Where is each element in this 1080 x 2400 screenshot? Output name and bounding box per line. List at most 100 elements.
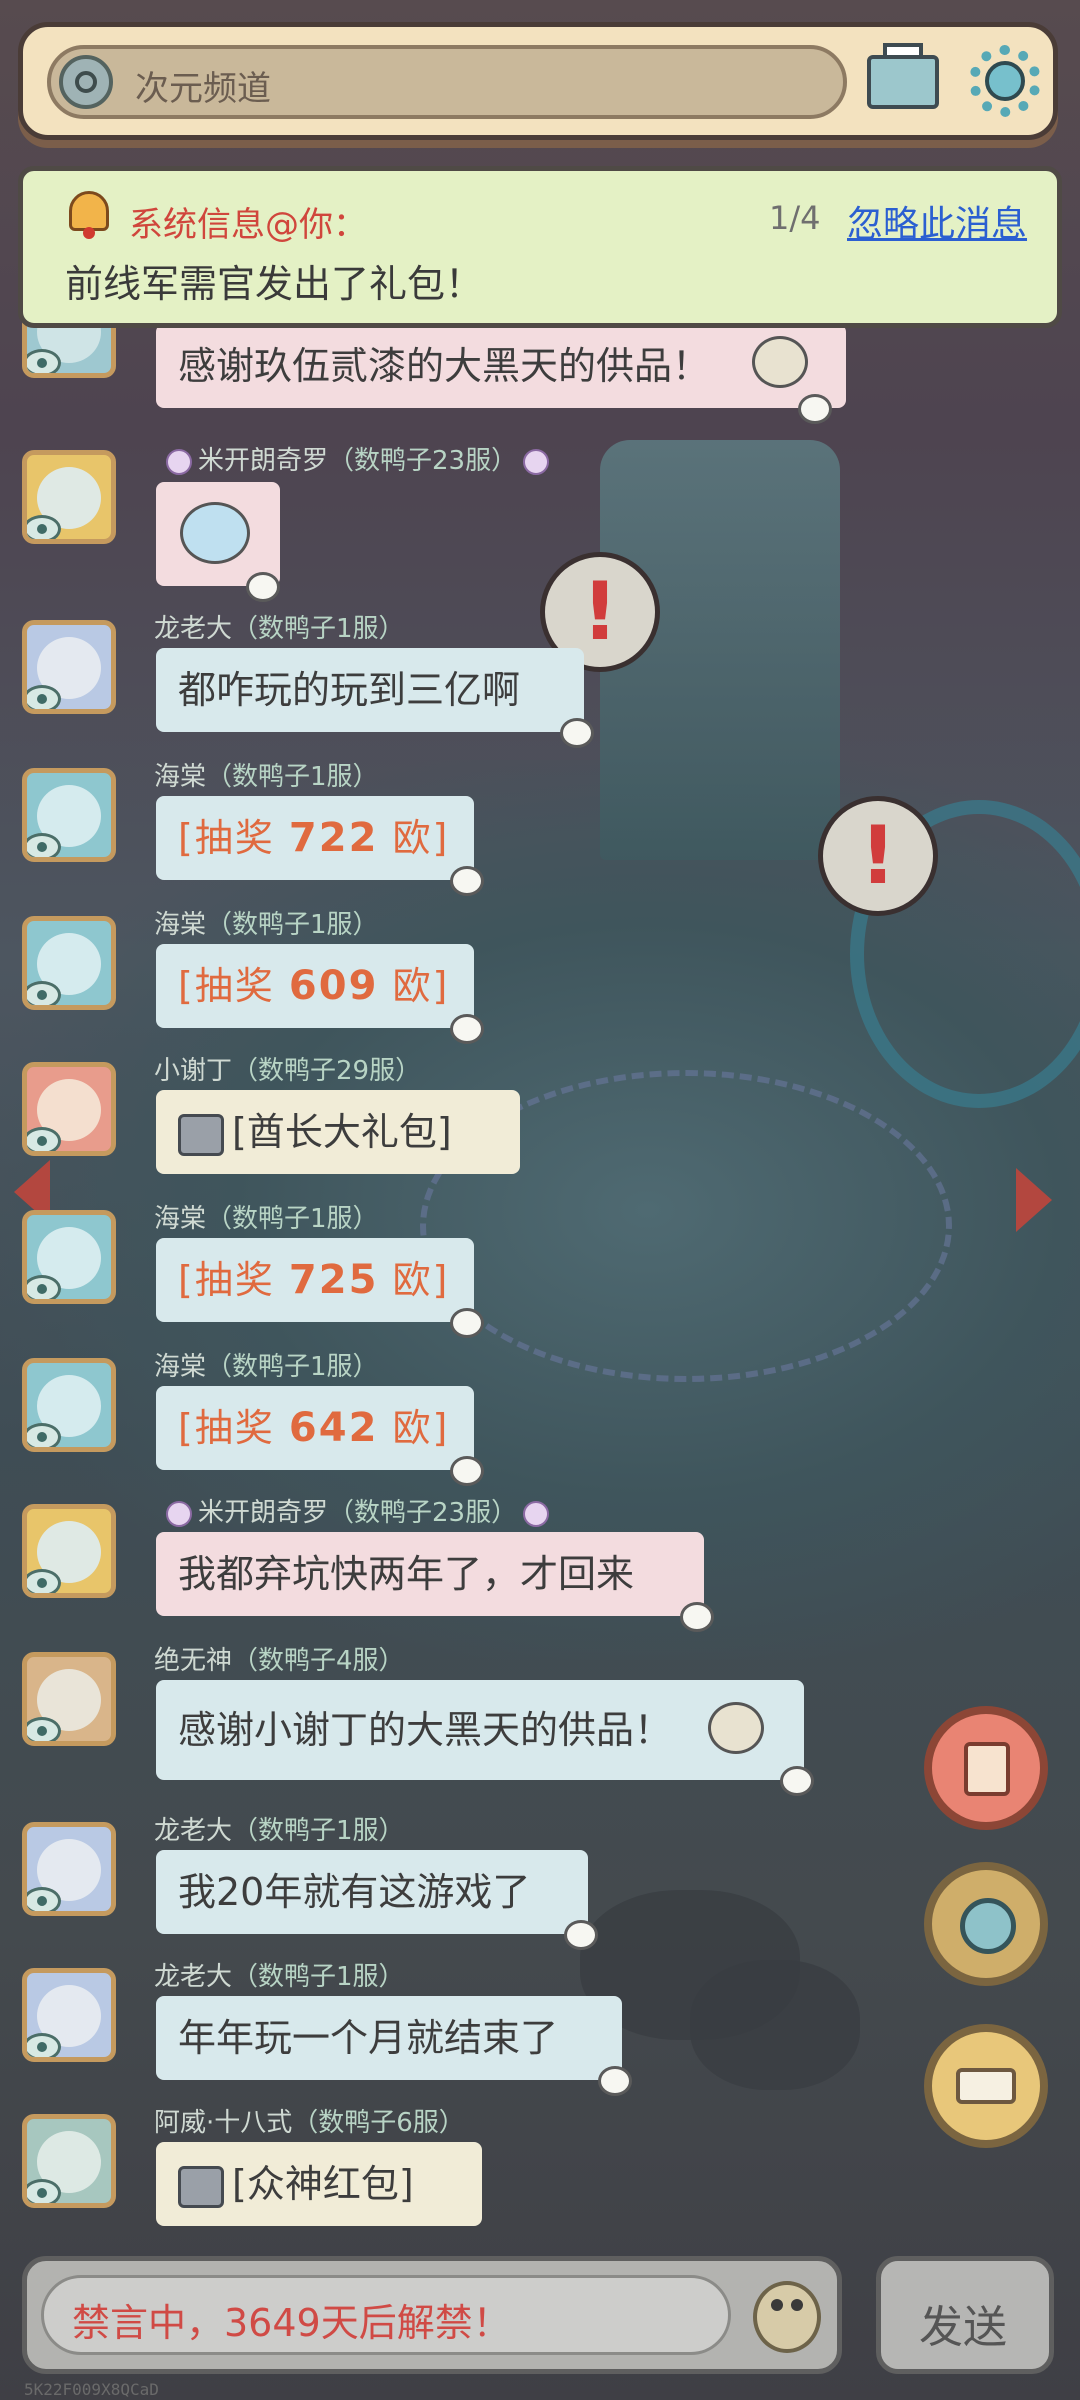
eye-icon	[27, 1717, 61, 1741]
channel-switch-button[interactable]	[924, 1862, 1048, 1986]
eye-icon	[27, 1887, 61, 1911]
bubble-tail	[450, 1456, 484, 1486]
eye-icon	[27, 349, 61, 373]
message-text: 感谢小谢丁的大黑天的供品！	[178, 1708, 673, 1752]
gift-text: [众神红包]	[232, 2162, 414, 2206]
bubble-tail	[798, 394, 832, 424]
avatar[interactable]	[22, 1822, 116, 1916]
sender-name[interactable]: 海棠（数鸭子1服）	[154, 904, 379, 941]
vip-badge-icon	[166, 1500, 192, 1527]
avatar[interactable]	[22, 768, 116, 862]
eye-icon	[27, 1423, 61, 1447]
red-packet-button[interactable]	[924, 1706, 1048, 1830]
sticker-bubble[interactable]	[156, 482, 280, 602]
frog-sticker-icon	[708, 1702, 764, 1754]
vip-badge-icon	[166, 448, 192, 475]
mute-status-text: 禁言中，3649天后解禁！	[72, 2301, 511, 2345]
eye-icon	[27, 685, 61, 709]
message-bubble[interactable]: 年年玩一个月就结束了	[156, 1996, 632, 2096]
notice-body: 前线军需官发出了礼包！	[65, 262, 484, 306]
message-text: 我20年就有这游戏了	[178, 1870, 531, 1914]
bubble-tail	[246, 572, 280, 602]
scroll-forward-button[interactable]	[924, 2024, 1048, 2148]
bubble-tail	[450, 1014, 484, 1044]
bubble-tail	[560, 718, 594, 748]
avatar[interactable]	[22, 1358, 116, 1452]
message-bubble[interactable]: 都咋玩的玩到三亿啊	[156, 648, 594, 748]
system-notice: 系统信息@你： 1/4 忽略此消息 前线军需官发出了礼包！	[18, 166, 1062, 328]
eye-icon	[27, 1275, 61, 1299]
watermark-text: 5K22F009X8QCaD	[24, 2380, 159, 2399]
eye-icon	[27, 2033, 61, 2057]
bell-icon	[65, 181, 113, 241]
sender-name[interactable]: 米开朗奇罗（数鸭子23服）	[160, 1492, 555, 1529]
message-text: 感谢玖伍贰漆的大黑天的供品！	[178, 344, 711, 388]
lottery-bubble[interactable]: [抽奖 722 欧]	[156, 796, 484, 896]
vip-badge-icon	[523, 1500, 550, 1527]
gift-icon	[178, 2165, 224, 2208]
eye-icon	[27, 833, 61, 857]
message-bubble[interactable]: 感谢玖伍贰漆的大黑天的供品！	[156, 324, 846, 424]
sender-name[interactable]: 米开朗奇罗（数鸭子23服）	[160, 440, 555, 477]
bubble-tail	[450, 866, 484, 896]
sender-name[interactable]: 龙老大（数鸭子1服）	[154, 1956, 405, 1993]
bell-body	[69, 191, 109, 231]
eye-icon	[27, 1569, 61, 1593]
avatar[interactable]	[22, 1210, 116, 1304]
lottery-bubble[interactable]: [抽奖 642 欧]	[156, 1386, 484, 1486]
lottery-text: [抽奖 642 欧]	[178, 1405, 450, 1451]
avatar[interactable]	[22, 620, 116, 714]
lottery-bubble[interactable]: [抽奖 609 欧]	[156, 944, 484, 1044]
sender-name[interactable]: 阿威·十八式（数鸭子6服）	[154, 2102, 465, 2139]
bubble-tail	[598, 2066, 632, 2096]
eye-icon	[27, 981, 61, 1005]
chat-input-field[interactable]: 禁言中，3649天后解禁！	[41, 2275, 731, 2355]
send-label: 发送	[919, 2302, 1007, 2353]
avatar[interactable]	[22, 916, 116, 1010]
sender-name[interactable]: 龙老大（数鸭子1服）	[154, 1810, 405, 1847]
sender-name[interactable]: 海棠（数鸭子1服）	[154, 1346, 379, 1383]
eye-icon	[27, 515, 61, 539]
eye-icon	[27, 1127, 61, 1151]
sender-name[interactable]: 海棠（数鸭子1服）	[154, 1198, 379, 1235]
avatar[interactable]	[22, 1968, 116, 2062]
sender-name[interactable]: 绝无神（数鸭子4服）	[154, 1640, 405, 1677]
sender-name[interactable]: 海棠（数鸭子1服）	[154, 756, 379, 793]
avatar[interactable]	[22, 2114, 116, 2208]
vip-badge-icon	[523, 448, 550, 475]
notice-title: 系统信息@你：	[129, 205, 367, 245]
gift-bubble[interactable]: [众神红包]	[156, 2142, 482, 2226]
avatar[interactable]	[22, 1652, 116, 1746]
sender-name[interactable]: 龙老大（数鸭子1服）	[154, 608, 405, 645]
sender-name[interactable]: 小谢丁（数鸭子29服）	[154, 1050, 421, 1087]
chat-message-list[interactable]: 感谢玖伍贰漆的大黑天的供品！ 米开朗奇罗（数鸭子23服） 龙老大（数鸭子1服） …	[0, 0, 1080, 2400]
lottery-text: [抽奖 722 欧]	[178, 815, 450, 861]
bubble-tail	[450, 1308, 484, 1338]
gift-icon	[178, 1113, 224, 1156]
message-bubble[interactable]: 感谢小谢丁的大黑天的供品！	[156, 1680, 814, 1796]
chat-input-bar: 禁言中，3649天后解禁！	[22, 2256, 842, 2374]
message-text: 都咋玩的玩到三亿啊	[178, 668, 521, 712]
avatar[interactable]	[22, 1504, 116, 1598]
bubble-tail	[780, 1766, 814, 1796]
message-text: 我都弃坑快两年了，才回来	[178, 1552, 635, 1596]
bubble-tail	[564, 1920, 598, 1950]
gift-bubble[interactable]: [酋长大礼包]	[156, 1090, 520, 1174]
emoji-icon[interactable]	[753, 2281, 821, 2353]
send-button[interactable]: 发送	[876, 2256, 1054, 2374]
gift-text: [酋长大礼包]	[232, 1110, 452, 1154]
message-bubble[interactable]: 我都弃坑快两年了，才回来	[156, 1532, 714, 1632]
ignore-notice-link[interactable]: 忽略此消息	[847, 195, 1027, 247]
message-bubble[interactable]: 我20年就有这游戏了	[156, 1850, 598, 1950]
frog-sticker-icon	[752, 336, 808, 388]
bell-clapper	[83, 227, 95, 239]
channel-icon	[960, 1898, 1016, 1954]
lottery-text: [抽奖 725 欧]	[178, 1257, 450, 1303]
bubble-tail	[680, 1602, 714, 1632]
lottery-text: [抽奖 609 欧]	[178, 963, 450, 1009]
lottery-bubble[interactable]: [抽奖 725 欧]	[156, 1238, 484, 1338]
redpacket-icon	[964, 1742, 1010, 1796]
avatar[interactable]	[22, 1062, 116, 1156]
avatar[interactable]	[22, 450, 116, 544]
notice-counter: 1/4	[769, 199, 821, 237]
